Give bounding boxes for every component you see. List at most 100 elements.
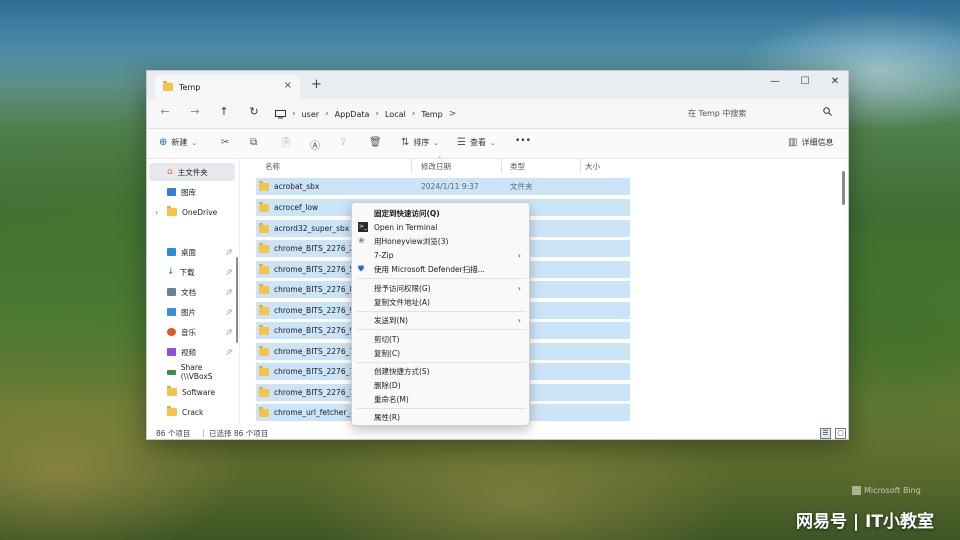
file-name: chrome_BITS_2276_15 — [274, 367, 359, 376]
file-list: ⌃ 名称 修改日期 类型 大小 acrobat_sbx 2024/1/11 9:… — [241, 156, 848, 425]
menu-item-properties[interactable]: 属性(R) — [352, 410, 529, 424]
sidebar-item-music[interactable]: 音乐 📌︎ — [149, 323, 235, 341]
column-divider[interactable] — [580, 159, 581, 173]
chevron-down-icon: ⌄ — [489, 138, 496, 147]
paste-icon[interactable]: 📋︎ — [280, 137, 293, 148]
up-button[interactable]: ↑ — [216, 105, 232, 118]
tab-temp[interactable]: Temp × — [155, 75, 300, 99]
back-button[interactable]: ← — [157, 105, 173, 118]
details-pane-button[interactable]: ▥ 详细信息 — [788, 137, 833, 148]
cut-icon[interactable]: ✂ — [221, 137, 229, 148]
maximize-button[interactable]: ☐ — [790, 73, 820, 91]
menu-item-give-access[interactable]: 授予访问权限(G) › — [352, 281, 529, 295]
menu-item-rename[interactable]: 重命名(M) — [352, 392, 529, 406]
column-header-date[interactable]: 修改日期 — [421, 161, 451, 172]
sidebar-item-pictures[interactable]: 图片 📌︎ — [149, 303, 235, 321]
sidebar-item-home[interactable]: ⌂ 主文件夹 — [149, 163, 235, 181]
breadcrumb-user[interactable]: user — [302, 110, 319, 119]
column-divider[interactable] — [501, 159, 502, 173]
menu-item-send-to[interactable]: 发送到(N) › — [352, 313, 529, 327]
sidebar-item-label: 桌面 — [181, 247, 196, 257]
pin-icon[interactable]: 📌︎ — [225, 289, 233, 296]
details-view-icon[interactable]: ☰ — [820, 428, 831, 439]
pin-icon[interactable]: 📌︎ — [225, 249, 233, 256]
chevron-right-icon[interactable]: > — [449, 109, 457, 119]
menu-item-7zip[interactable]: 7-Zip › — [352, 248, 529, 262]
sidebar-item-software[interactable]: Software — [149, 383, 235, 401]
sidebar-item-documents[interactable]: 文档 📌︎ — [149, 283, 235, 301]
tab-close-icon[interactable]: × — [284, 80, 292, 91]
file-name: chrome_BITS_2276_16 — [274, 388, 359, 397]
delete-icon[interactable]: 🗑︎ — [369, 137, 382, 148]
sidebar-item-onedrive[interactable]: › OneDrive — [149, 203, 235, 221]
menu-item-create-shortcut[interactable]: 创建快捷方式(S) — [352, 364, 529, 378]
menu-item-copy[interactable]: 复制(C) — [352, 346, 529, 360]
menu-item-label: 删除(D) — [374, 380, 401, 390]
pin-icon[interactable]: 📌︎ — [225, 309, 233, 316]
new-tab-button[interactable]: + — [311, 77, 322, 92]
file-name: chrome_BITS_2276_25 — [274, 244, 359, 253]
menu-item-defender-scan[interactable]: ⛊ 使用 Microsoft Defender扫描... — [352, 262, 529, 276]
sort-button[interactable]: ⇅ 排序 ⌄ — [401, 137, 439, 148]
sidebar-item-share[interactable]: Share (\\VBoxS — [149, 363, 235, 381]
new-button[interactable]: ⊕ 新建 ⌄ — [159, 137, 197, 148]
folder-icon — [163, 81, 173, 91]
forward-button[interactable]: → — [187, 105, 203, 118]
download-icon: ↓ — [167, 267, 175, 277]
menu-item-label: 授予访问权限(G) — [374, 283, 431, 293]
menu-item-pin-quick-access[interactable]: 固定到快速访问(Q) — [352, 206, 529, 220]
desktop-icon — [167, 248, 176, 256]
copy-icon[interactable]: ⧉ — [250, 137, 257, 148]
folder-icon — [259, 222, 269, 233]
column-divider[interactable] — [411, 159, 412, 173]
column-header-size[interactable]: 大小 — [585, 161, 600, 172]
tiles-view-icon[interactable]: ▢ — [835, 428, 846, 439]
file-list-scrollbar[interactable] — [842, 171, 845, 205]
folder-icon — [259, 386, 269, 397]
sidebar-item-crack[interactable]: Crack — [149, 403, 235, 421]
sidebar-item-desktop[interactable]: 桌面 📌︎ — [149, 243, 235, 261]
chevron-right-icon[interactable]: › — [155, 208, 158, 217]
menu-item-label: 复制(C) — [374, 348, 401, 358]
menu-item-copy-path[interactable]: 复制文件地址(A) — [352, 295, 529, 309]
menu-item-open-terminal[interactable]: >_ Open in Terminal — [352, 220, 529, 234]
column-header-type[interactable]: 类型 — [510, 161, 525, 172]
chevron-down-icon: ⌄ — [433, 138, 440, 147]
address-row: ← → ↑ ↻ › user › AppData › Local › Temp … — [147, 99, 848, 129]
table-row[interactable]: acrobat_sbx 2024/1/11 9:37 文件夹 — [256, 178, 630, 195]
share-icon[interactable]: ⇪ — [339, 137, 347, 148]
folder-icon — [259, 406, 269, 417]
pin-icon[interactable]: 📌︎ — [225, 349, 233, 356]
menu-item-delete[interactable]: 删除(D) — [352, 378, 529, 392]
sidebar-item-gallery[interactable]: 图库 — [149, 183, 235, 201]
more-options-button[interactable]: ••• — [515, 136, 531, 146]
view-button[interactable]: ☰ 查看 ⌄ — [457, 137, 496, 148]
terminal-icon: >_ — [358, 222, 368, 232]
chevron-right-icon: › — [517, 250, 521, 260]
file-name: chrome_BITS_2276_59 — [274, 265, 359, 274]
menu-item-label: 固定到快速访问(Q) — [374, 208, 440, 218]
menu-item-label: 用Honeyview浏览(3) — [374, 236, 449, 246]
minimize-button[interactable]: — — [760, 73, 790, 91]
search-input[interactable]: 在 Temp 中搜索 — [682, 103, 842, 124]
network-drive-icon — [167, 369, 176, 375]
close-button[interactable]: ✕ — [820, 73, 848, 91]
menu-item-honeyview[interactable]: ❀ 用Honeyview浏览(3) — [352, 234, 529, 248]
column-header-name[interactable]: 名称 — [265, 161, 280, 172]
file-name: acrobat_sbx — [274, 182, 320, 191]
refresh-button[interactable]: ↻ — [246, 105, 262, 118]
pin-icon[interactable]: 📌︎ — [225, 269, 233, 276]
breadcrumb-local[interactable]: Local — [385, 110, 406, 119]
sidebar-item-label: 图库 — [181, 187, 196, 197]
sidebar-item-downloads[interactable]: ↓ 下载 📌︎ — [149, 263, 235, 281]
sidebar-item-label: Share (\\VBoxS — [180, 363, 213, 381]
breadcrumb[interactable]: › user › AppData › Local › Temp > — [275, 104, 675, 124]
sidebar-item-videos[interactable]: 视频 📌︎ — [149, 343, 235, 361]
sidebar-scrollbar[interactable] — [236, 257, 238, 343]
breadcrumb-appdata[interactable]: AppData — [335, 110, 370, 119]
rename-icon[interactable]: Ⓐ — [310, 137, 320, 152]
search-placeholder: 在 Temp 中搜索 — [688, 109, 747, 118]
pin-icon[interactable]: 📌︎ — [225, 329, 233, 336]
breadcrumb-temp[interactable]: Temp — [421, 110, 442, 119]
menu-item-cut[interactable]: 剪切(T) — [352, 332, 529, 346]
